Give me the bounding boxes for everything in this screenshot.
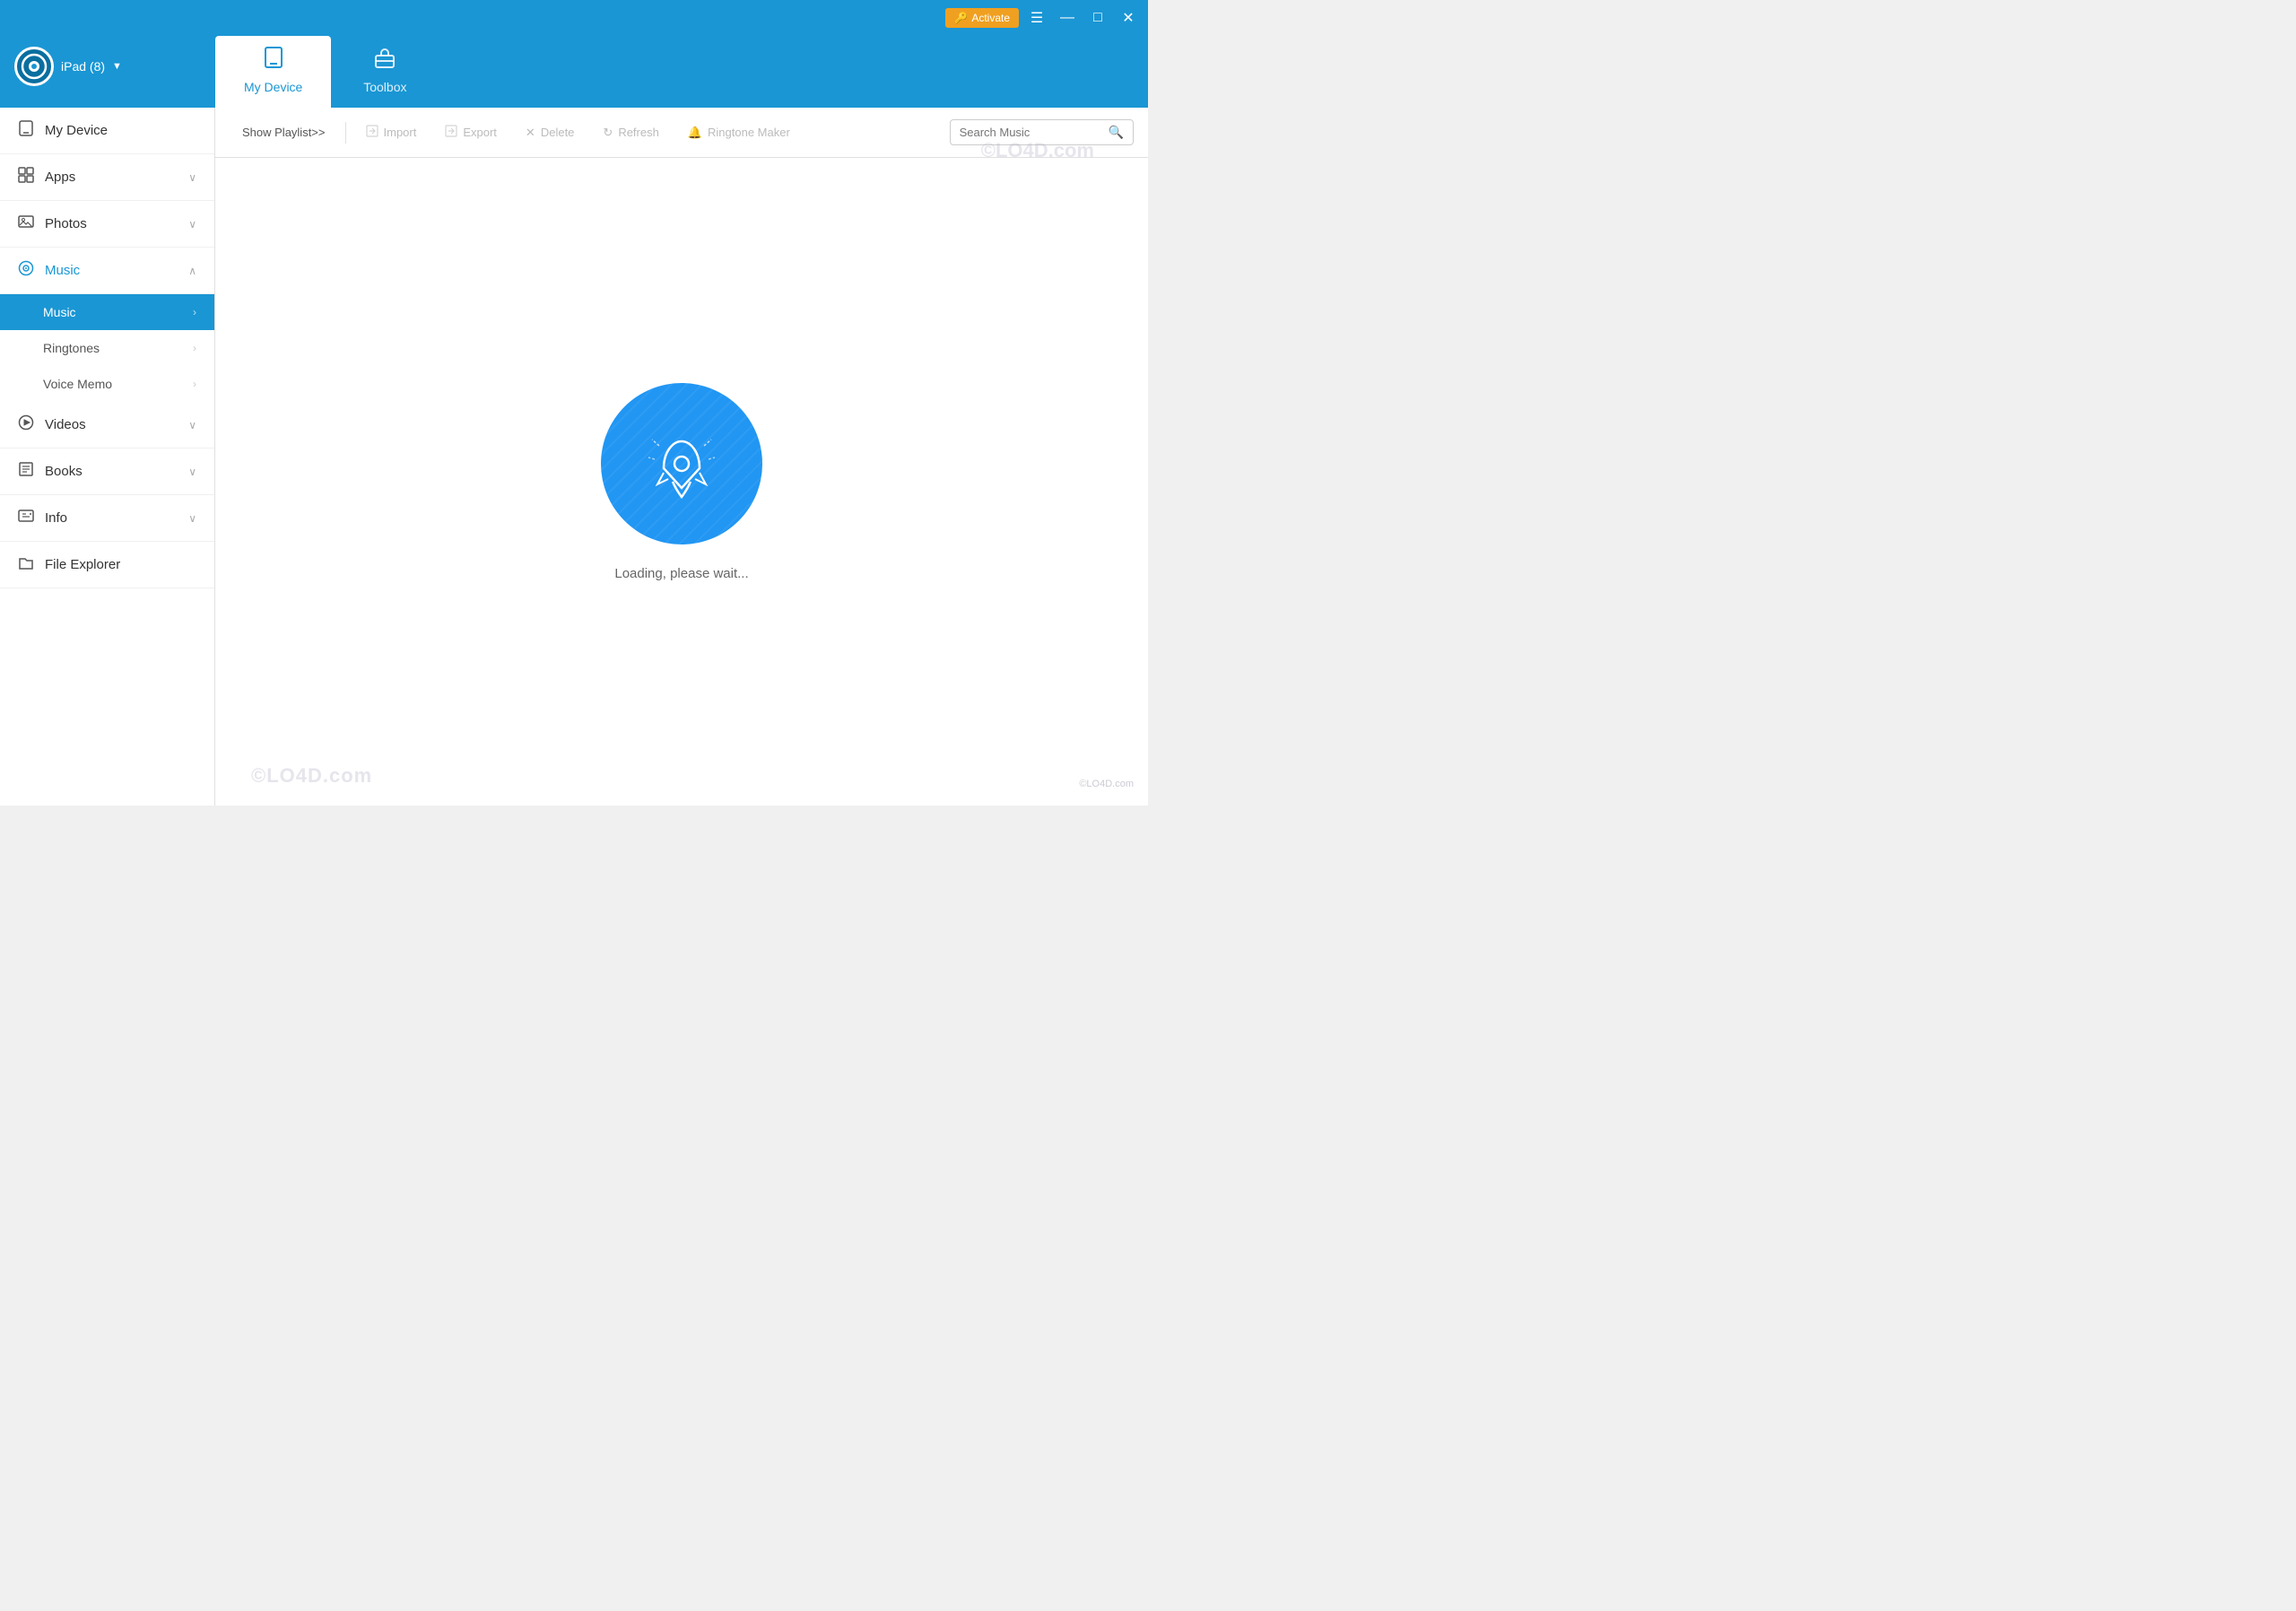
activate-button[interactable]: 🔑 Activate bbox=[945, 8, 1019, 28]
import-label: Import bbox=[384, 126, 417, 139]
titlebar-controls: 🔑 Activate ☰ — □ ✕ bbox=[945, 5, 1141, 30]
sidebar: My Device Apps ∨ bbox=[0, 108, 215, 806]
maximize-button[interactable]: □ bbox=[1085, 5, 1110, 30]
apps-chevron: ∨ bbox=[188, 171, 196, 184]
loading-area: Loading, please wait... bbox=[215, 158, 1148, 806]
subitem-music-label: Music bbox=[43, 305, 76, 319]
export-label: Export bbox=[463, 126, 497, 139]
sidebar-file-explorer-label: File Explorer bbox=[45, 557, 120, 572]
sidebar-item-my-device[interactable]: My Device bbox=[0, 108, 214, 154]
bell-icon: 🔔 bbox=[688, 126, 702, 140]
search-box: 🔍 bbox=[950, 119, 1134, 145]
toolbar: Show Playlist>> Import bbox=[215, 108, 1148, 158]
sidebar-photos-label: Photos bbox=[45, 216, 87, 231]
tab-my-device[interactable]: My Device bbox=[215, 36, 331, 108]
search-icon: 🔍 bbox=[1109, 125, 1124, 140]
refresh-label: Refresh bbox=[618, 126, 659, 139]
sidebar-item-file-explorer[interactable]: File Explorer bbox=[0, 542, 214, 588]
ringtone-maker-button[interactable]: 🔔 Ringtone Maker bbox=[675, 120, 803, 145]
subitem-voice-memo-label: Voice Memo bbox=[43, 377, 112, 391]
ringtones-sub-chevron: › bbox=[193, 342, 196, 354]
videos-chevron: ∨ bbox=[188, 419, 196, 431]
search-input[interactable] bbox=[960, 126, 1103, 139]
sidebar-my-device-label: My Device bbox=[45, 123, 108, 138]
tab-toolbox-label: Toolbox bbox=[363, 80, 406, 94]
sidebar-item-photos[interactable]: Photos ∨ bbox=[0, 201, 214, 248]
sidebar-subitem-voice-memo[interactable]: Voice Memo › bbox=[0, 366, 214, 402]
sidebar-subitem-ringtones[interactable]: Ringtones › bbox=[0, 330, 214, 366]
device-name[interactable]: iPad (8) bbox=[61, 59, 105, 74]
tab-toolbox[interactable]: Toolbox bbox=[331, 36, 439, 108]
books-chevron: ∨ bbox=[188, 466, 196, 478]
device-dropdown-arrow[interactable]: ▼ bbox=[112, 61, 122, 72]
delete-button[interactable]: ✕ Delete bbox=[513, 120, 587, 145]
sidebar-apps-label: Apps bbox=[45, 170, 75, 185]
sidebar-item-apps[interactable]: Apps ∨ bbox=[0, 154, 214, 201]
sidebar-item-books[interactable]: Books ∨ bbox=[0, 448, 214, 495]
show-playlist-label: Show Playlist>> bbox=[242, 126, 326, 139]
music-sub-chevron: › bbox=[193, 306, 196, 318]
hamburger-button[interactable]: ☰ bbox=[1024, 5, 1049, 30]
books-icon bbox=[18, 461, 34, 482]
export-button[interactable]: Export bbox=[432, 119, 509, 145]
logo-icon bbox=[14, 47, 54, 86]
toolbox-tab-icon bbox=[373, 46, 396, 74]
photos-icon bbox=[18, 213, 34, 234]
import-icon bbox=[366, 125, 378, 140]
music-icon bbox=[18, 260, 34, 281]
nav-tabs: My Device Toolbox bbox=[215, 36, 439, 108]
content-area: Show Playlist>> Import bbox=[215, 108, 1148, 806]
photos-chevron: ∨ bbox=[188, 218, 196, 231]
loading-text: Loading, please wait... bbox=[614, 566, 748, 581]
delete-label: Delete bbox=[541, 126, 575, 139]
ringtone-maker-label: Ringtone Maker bbox=[708, 126, 790, 139]
videos-icon bbox=[18, 414, 34, 435]
voice-memo-sub-chevron: › bbox=[193, 378, 196, 390]
sidebar-info-label: Info bbox=[45, 510, 67, 526]
refresh-icon: ↻ bbox=[603, 126, 613, 140]
info-icon bbox=[18, 508, 34, 528]
sidebar-item-info[interactable]: Info ∨ bbox=[0, 495, 214, 542]
sidebar-books-label: Books bbox=[45, 464, 83, 479]
minimize-button[interactable]: — bbox=[1055, 5, 1080, 30]
show-playlist-button[interactable]: Show Playlist>> bbox=[230, 120, 338, 144]
activate-label: Activate bbox=[971, 12, 1010, 24]
toolbar-divider-1 bbox=[345, 122, 346, 144]
file-explorer-icon bbox=[18, 554, 34, 575]
my-device-icon bbox=[18, 120, 34, 141]
sidebar-music-label: Music bbox=[45, 263, 80, 278]
main-layout: My Device Apps ∨ bbox=[0, 108, 1148, 806]
delete-icon: ✕ bbox=[526, 126, 535, 140]
export-icon bbox=[445, 125, 457, 140]
refresh-button[interactable]: ↻ Refresh bbox=[590, 120, 671, 145]
close-button[interactable]: ✕ bbox=[1116, 5, 1141, 30]
my-device-tab-icon bbox=[262, 46, 285, 74]
sidebar-item-videos[interactable]: Videos ∨ bbox=[0, 402, 214, 448]
sidebar-subitem-music[interactable]: Music › bbox=[0, 294, 214, 330]
subitem-ringtones-label: Ringtones bbox=[43, 341, 100, 355]
sidebar-videos-label: Videos bbox=[45, 417, 86, 432]
titlebar: 🔑 Activate ☰ — □ ✕ bbox=[0, 0, 1148, 36]
sidebar-item-music[interactable]: Music ∧ bbox=[0, 248, 214, 294]
info-chevron: ∨ bbox=[188, 512, 196, 525]
import-button[interactable]: Import bbox=[353, 119, 430, 145]
rocket-illustration bbox=[601, 383, 762, 544]
tab-my-device-label: My Device bbox=[244, 80, 302, 94]
key-icon: 🔑 bbox=[954, 12, 968, 24]
app-logo: iPad (8) ▼ bbox=[0, 47, 215, 108]
music-chevron: ∧ bbox=[188, 265, 196, 277]
apps-icon bbox=[18, 167, 34, 187]
